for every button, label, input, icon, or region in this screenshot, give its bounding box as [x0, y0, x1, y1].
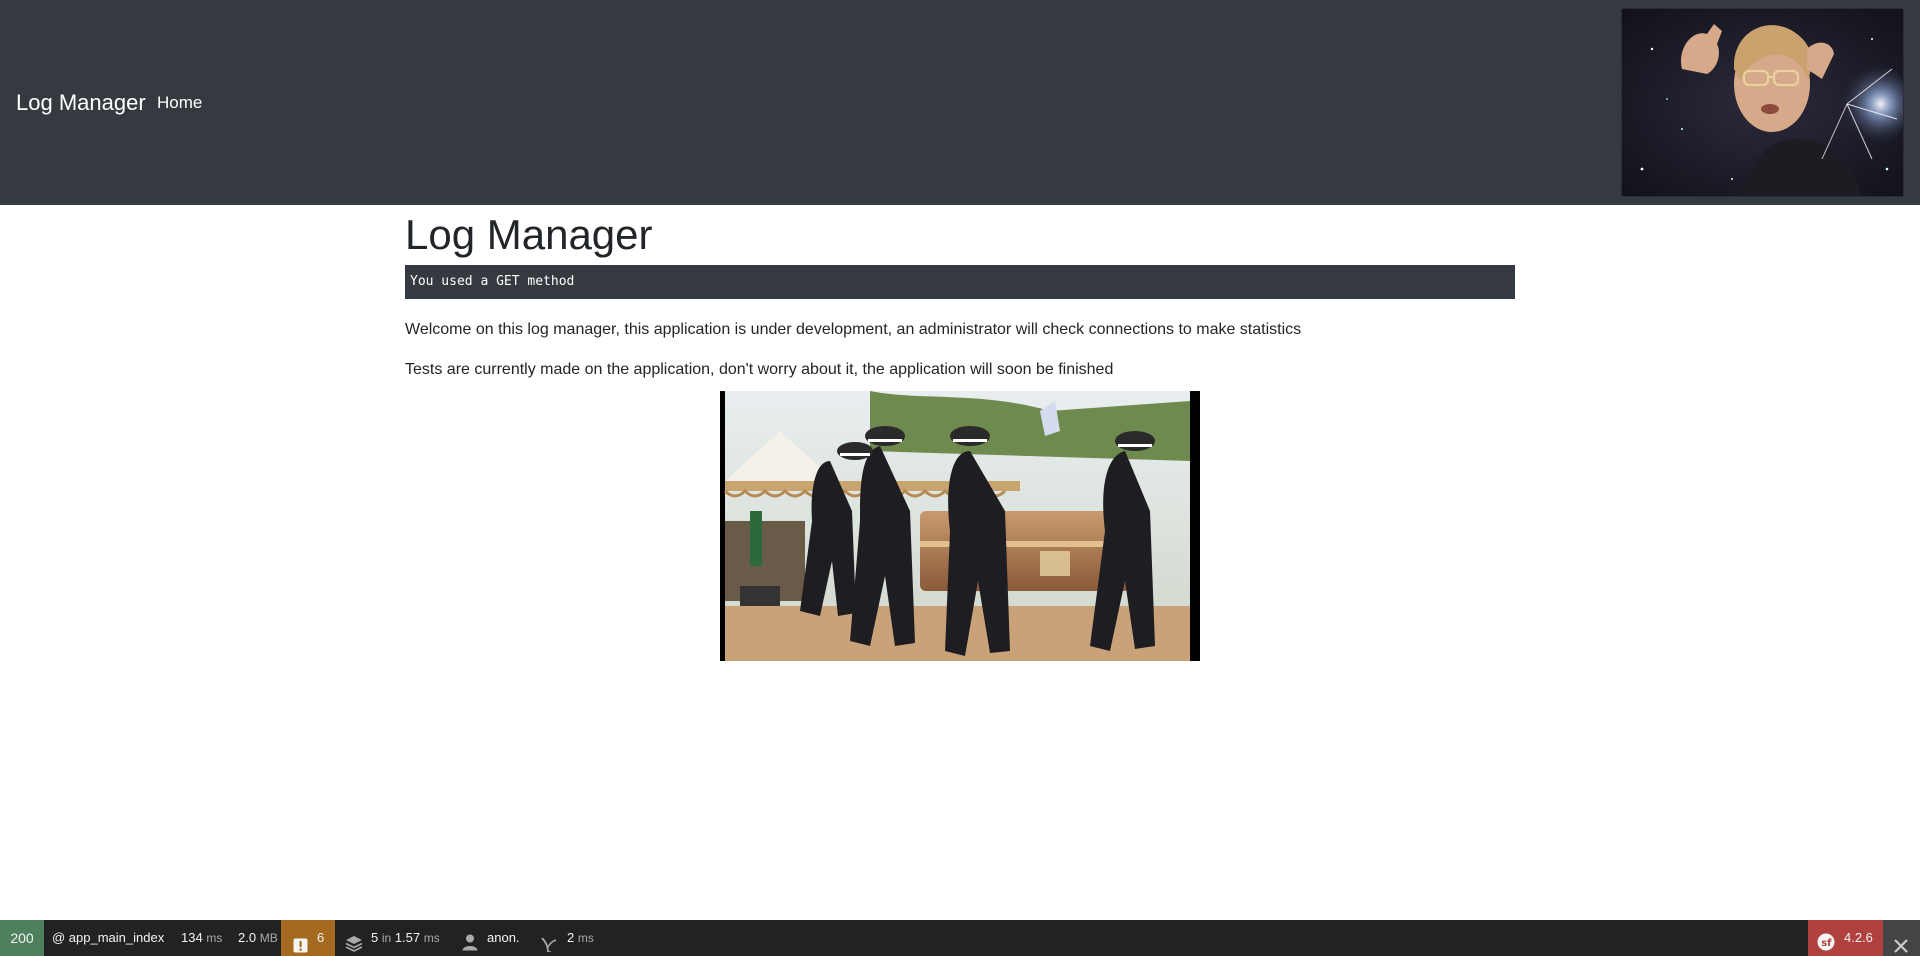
- memory-usage[interactable]: 2.0 MB: [238, 920, 278, 956]
- log-warning-icon: [293, 931, 308, 956]
- svg-text:sf: sf: [1821, 938, 1832, 949]
- brand-link[interactable]: Log Manager: [16, 88, 146, 118]
- cache-panel-button[interactable]: 5 in 1.57 ms: [345, 920, 440, 956]
- symfony-version: 4.2.6: [1844, 930, 1873, 945]
- nav-home-link[interactable]: Home: [157, 92, 202, 114]
- cache-calls: 5: [371, 930, 379, 945]
- symfony-version-button[interactable]: sf 4.2.6: [1808, 920, 1883, 956]
- user-name: anon.: [487, 930, 520, 945]
- symfony-logo-icon: sf: [1817, 929, 1835, 956]
- close-toolbar-button[interactable]: [1883, 920, 1920, 956]
- cache-in-label: in: [381, 931, 392, 945]
- cache-unit: ms: [423, 931, 440, 945]
- twig-unit: ms: [577, 931, 594, 945]
- request-method-banner: You used a GET method: [405, 265, 1515, 299]
- request-time[interactable]: 134 ms: [181, 920, 222, 956]
- twig-time: 2: [567, 930, 575, 945]
- main-content: Log Manager You used a GET method Welcom…: [405, 205, 1515, 661]
- user-icon: [461, 929, 479, 956]
- route-info[interactable]: @ app_main_index: [52, 920, 164, 956]
- tests-paragraph: Tests are currently made on the applicat…: [405, 361, 1114, 378]
- route-name: @ app_main_index: [52, 930, 165, 945]
- cache-layers-icon: [345, 930, 363, 956]
- twig-panel-button[interactable]: 2 ms: [541, 920, 594, 956]
- twig-icon: [541, 930, 557, 956]
- time-unit: ms: [206, 931, 223, 945]
- close-icon: [1894, 931, 1908, 956]
- memory-value: 2.0: [238, 930, 257, 945]
- security-panel-button[interactable]: anon.: [461, 920, 520, 956]
- navbar: Log Manager Home: [0, 0, 1920, 205]
- logs-panel-button[interactable]: 6: [281, 920, 335, 956]
- page-title: Log Manager: [405, 211, 653, 258]
- time-value: 134: [181, 930, 203, 945]
- header-mind-blown-image: [1621, 8, 1904, 197]
- coffin-dance-gif: [720, 391, 1200, 661]
- log-count: 6: [317, 930, 325, 945]
- cache-time: 1.57: [394, 930, 421, 945]
- welcome-paragraph: Welcome on this log manager, this applic…: [405, 321, 1302, 338]
- symfony-debug-toolbar: 200 @ app_main_index 134 ms 2.0 MB 6 5 i…: [0, 920, 1920, 956]
- status-code-badge[interactable]: 200: [0, 920, 44, 956]
- memory-unit: MB: [259, 931, 278, 945]
